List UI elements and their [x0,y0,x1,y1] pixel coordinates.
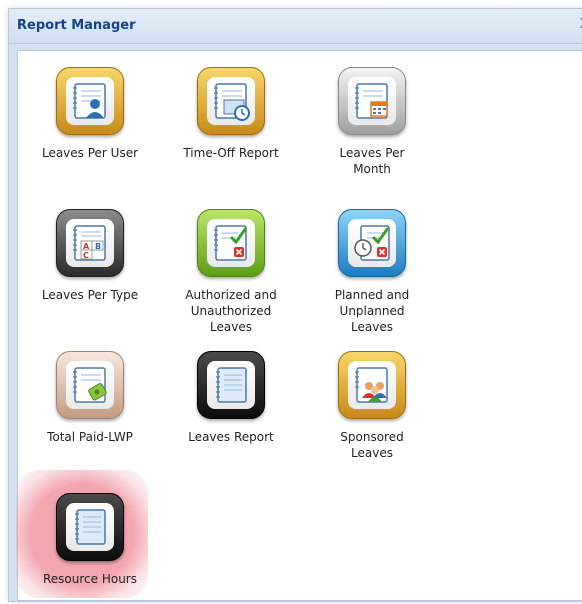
svg-text:A: A [83,242,90,251]
report-tile-leaves-per-user[interactable]: Leaves Per User [20,67,160,161]
svg-text:B: B [95,242,101,251]
report-tile-planned-unplanned[interactable]: Planned and Unplanned Leaves [302,209,442,335]
report-tile-authorized-unauthorized[interactable]: Authorized and Unauthorized Leaves [161,209,301,335]
notebook-report-icon [56,493,124,561]
report-tile-resource-hours[interactable]: Resource Hours [20,493,160,587]
report-tile-sponsored-leaves[interactable]: Sponsored Leaves [302,351,442,461]
report-label: Leaves Per User [41,146,139,160]
calendar-report-icon [338,67,406,135]
abc-report-icon: A B C [56,209,124,277]
report-label: Total Paid-LWP [47,430,133,444]
report-tile-leaves-per-month[interactable]: Leaves Per Month [302,67,442,177]
report-tile-time-off[interactable]: Time-Off Report [161,67,301,161]
svg-text:C: C [83,251,89,260]
window-title: Report Manager [17,18,136,33]
report-tile-total-paid-lwp[interactable]: Total Paid-LWP [20,351,160,445]
report-label: Sponsored Leaves [340,430,404,460]
report-label: Time-Off Report [183,146,279,160]
report-label: Leaves Per Month [339,146,405,176]
report-tile-leaves-per-type[interactable]: A B C Leaves Per Type [20,209,160,303]
check-cross-report-icon [197,209,265,277]
clock-check-report-icon [338,209,406,277]
report-label: Leaves Report [188,430,274,444]
report-label: Resource Hours [42,572,137,586]
report-tile-leaves-report[interactable]: Leaves Report [161,351,301,445]
notebook-report-icon [197,351,265,419]
report-label: Planned and Unplanned Leaves [334,288,410,334]
clock-report-icon [197,67,265,135]
window-titlebar[interactable]: Report Manager X [9,9,582,44]
report-label: Leaves Per Type [41,288,139,302]
report-label: Authorized and Unauthorized Leaves [185,288,277,334]
group-report-icon [338,351,406,419]
paid-report-icon [56,351,124,419]
user-report-icon [56,67,124,135]
